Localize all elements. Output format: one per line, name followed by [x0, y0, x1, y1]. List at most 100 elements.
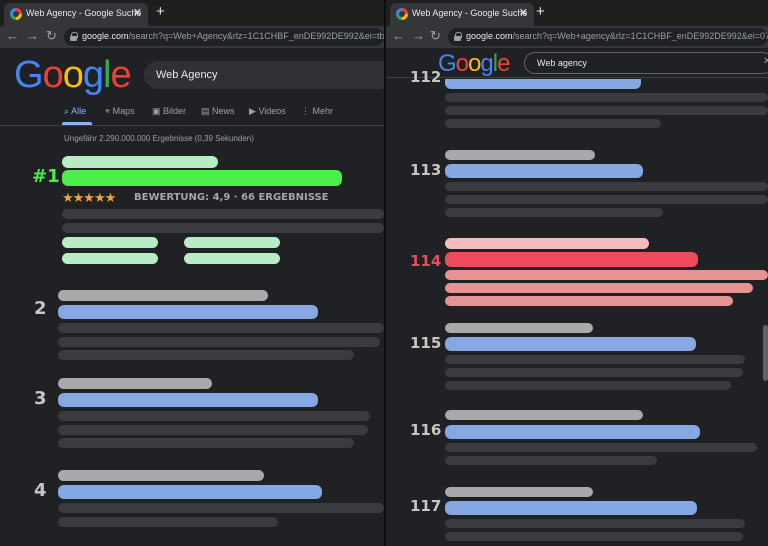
result-snippet-placeholder [58, 517, 278, 527]
result-snippet-placeholder [445, 368, 743, 377]
tab-close-icon[interactable]: ✕ [519, 6, 528, 19]
header-divider [0, 125, 384, 126]
result-title-placeholder[interactable] [445, 252, 698, 267]
result-snippet-placeholder [62, 209, 384, 219]
search-input[interactable]: Web Agency [144, 61, 384, 89]
sitelink-placeholder[interactable] [62, 253, 158, 264]
back-icon[interactable]: ← [392, 28, 405, 43]
logo-letter: o [62, 54, 84, 96]
url-path: /search?q=Web+Agency&rlz=1C1CHBF_enDE992… [128, 31, 384, 41]
result-snippet-placeholder [445, 519, 745, 528]
result-snippet-placeholder [445, 208, 663, 217]
browser-tab[interactable]: Web Agency - Google Suche ✕ [4, 3, 148, 26]
result-snippet-placeholder [445, 296, 733, 306]
result-title-placeholder[interactable] [445, 337, 696, 351]
result-url-placeholder[interactable] [58, 378, 212, 389]
result-stats: Ungefähr 2.290.000.000 Ergebnisse (0,39 … [64, 134, 254, 143]
result-snippet-placeholder [445, 182, 768, 191]
url-host: google.com [82, 31, 129, 41]
tab-maps[interactable]: ⌖ Maps [105, 106, 135, 117]
back-icon[interactable]: ← [6, 28, 19, 43]
tab-close-icon[interactable]: ✕ [133, 6, 142, 19]
forward-icon[interactable]: → [26, 28, 39, 43]
tab-label: Alle [71, 106, 87, 116]
result-snippet-placeholder [445, 270, 768, 280]
lock-icon [454, 32, 462, 41]
search-query: Web agency [537, 58, 587, 68]
result-snippet-placeholder [445, 93, 768, 102]
result-title-placeholder[interactable] [445, 79, 641, 89]
result-url-placeholder[interactable] [58, 470, 264, 481]
google-logo[interactable]: Google [14, 54, 132, 97]
rating-text: BEWERTUNG: 4,9 · 66 ERGEBNISSE [134, 192, 329, 203]
right-browser-window: Web Agency - Google Suche ✕ + ← → ↻ goog… [386, 0, 768, 546]
result-url-placeholder[interactable] [445, 323, 593, 333]
new-tab-icon[interactable]: + [156, 3, 165, 20]
tab-strip: Web Agency - Google Suche ✕ + [0, 0, 384, 26]
tab-images[interactable]: ▣ Bilder [152, 106, 186, 117]
sitelink-placeholder[interactable] [184, 253, 280, 264]
result-snippet-placeholder [445, 456, 657, 465]
result-title-placeholder[interactable] [445, 501, 697, 515]
sitelink-placeholder[interactable] [184, 237, 280, 248]
rank-number: #1 [32, 166, 60, 187]
result-title-placeholder[interactable] [445, 425, 700, 439]
url-host: google.com [466, 31, 513, 41]
result-snippet-placeholder [58, 425, 368, 435]
result-snippet-placeholder [445, 119, 661, 128]
result-snippet-placeholder [445, 355, 745, 364]
address-bar[interactable]: google.com/search?q=Web+agency&rlz=1C1CH… [448, 28, 768, 46]
search-icon: ⌕ [64, 106, 70, 116]
logo-letter: o [455, 50, 469, 77]
tab-all[interactable]: ⌕ Alle [64, 106, 86, 117]
result-url-placeholder[interactable] [58, 290, 268, 301]
tab-label: Videos [258, 106, 286, 116]
clear-search-icon[interactable]: ✕ [763, 56, 768, 67]
url-path: /search?q=Web+agency&rlz=1C1CHBF_enDE992… [512, 31, 768, 41]
video-icon: ▶ [249, 106, 256, 116]
rank-number: 113 [410, 161, 442, 179]
google-favicon-icon [10, 8, 22, 20]
logo-letter: g [480, 50, 493, 77]
sitelink-placeholder[interactable] [62, 237, 158, 248]
result-url-placeholder[interactable] [445, 238, 649, 249]
rank-number: 112 [410, 68, 442, 86]
rank-number: 2 [34, 298, 47, 319]
result-url-placeholder[interactable] [445, 150, 595, 160]
rank-number: 115 [410, 334, 442, 352]
logo-letter: e [110, 54, 131, 96]
url-text: google.com/search?q=Web+agency&rlz=1C1CH… [466, 31, 768, 41]
lock-icon [70, 32, 78, 41]
rank-number-highlighted: 114 [410, 252, 442, 270]
result-snippet-placeholder [58, 438, 354, 448]
address-bar[interactable]: google.com/search?q=Web+Agency&rlz=1C1CH… [64, 28, 384, 46]
rank-number: 3 [34, 388, 47, 409]
tab-label: News [212, 106, 235, 116]
tab-more[interactable]: ⋮ Mehr [301, 106, 333, 117]
logo-letter: o [42, 54, 64, 96]
result-url-placeholder[interactable] [62, 156, 218, 168]
browser-tab[interactable]: Web Agency - Google Suche ✕ [390, 3, 534, 26]
result-title-placeholder[interactable] [58, 393, 318, 407]
search-input[interactable]: Web agency ✕ [524, 52, 768, 74]
forward-icon[interactable]: → [412, 28, 425, 43]
logo-letter: G [14, 54, 44, 96]
tab-label: Maps [112, 106, 135, 116]
reload-icon[interactable]: ↻ [430, 28, 441, 44]
result-title-placeholder[interactable] [62, 170, 342, 186]
new-tab-icon[interactable]: + [536, 3, 545, 20]
scrollbar-thumb[interactable] [763, 325, 768, 381]
rank-number: 117 [410, 497, 442, 515]
tab-news[interactable]: ▤ News [201, 106, 235, 117]
result-title-placeholder[interactable] [58, 305, 318, 319]
google-logo[interactable]: Google [438, 50, 510, 78]
result-url-placeholder[interactable] [445, 487, 593, 497]
google-favicon-icon [396, 8, 408, 20]
tab-label: Mehr [312, 106, 334, 116]
result-snippet-placeholder [58, 411, 370, 421]
result-url-placeholder[interactable] [445, 410, 643, 420]
result-title-placeholder[interactable] [58, 485, 322, 499]
result-title-placeholder[interactable] [445, 164, 643, 178]
reload-icon[interactable]: ↻ [46, 28, 57, 44]
tab-videos[interactable]: ▶ Videos [249, 106, 286, 117]
